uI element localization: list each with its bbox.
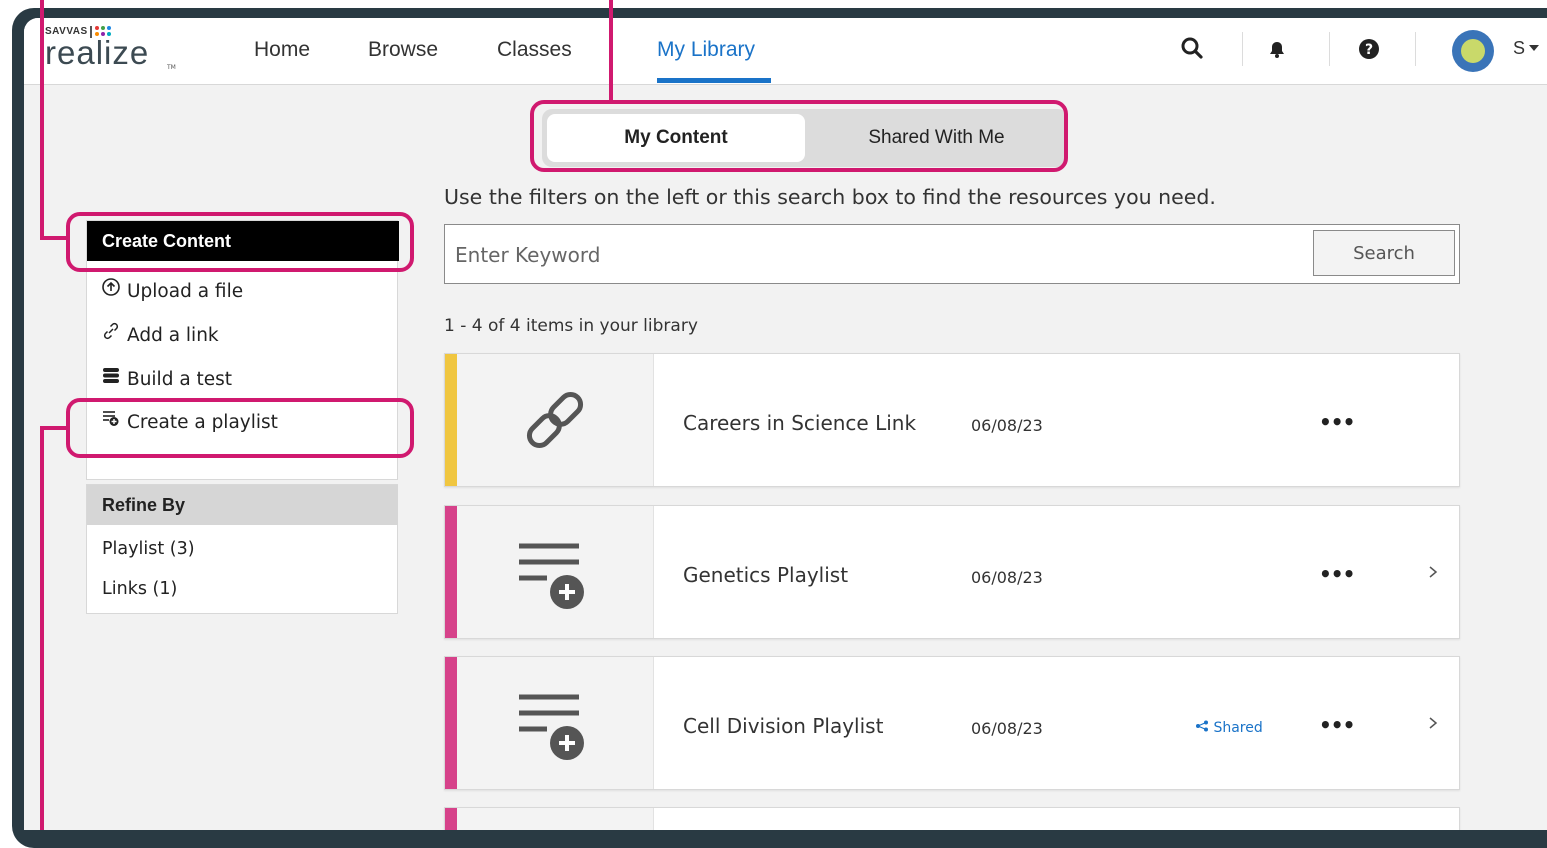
- callout-line: [40, 426, 68, 430]
- avatar[interactable]: [1452, 30, 1494, 72]
- nav-home[interactable]: Home: [254, 38, 310, 62]
- item-thumbnail: [457, 808, 654, 830]
- chevron-down-icon[interactable]: [1529, 45, 1539, 51]
- upload-file-label: Upload a file: [127, 281, 244, 302]
- top-navigation-bar: SAVVAS realize TM Home Browse Classes My…: [24, 18, 1547, 85]
- nav-my-library[interactable]: My Library: [657, 38, 755, 62]
- item-thumbnail: [457, 506, 654, 638]
- toolbar-divider: [1242, 32, 1243, 66]
- link-icon: [526, 391, 584, 449]
- active-nav-underline: [657, 78, 771, 83]
- callout-line: [40, 0, 44, 240]
- shared-badge[interactable]: Shared: [1195, 720, 1263, 736]
- callout-line: [40, 426, 44, 830]
- keyword-search: Search: [444, 224, 1460, 284]
- refine-panel: Refine By Playlist (3) Links (1): [86, 484, 398, 614]
- library-item[interactable]: Careers in Science Link 06/08/23 •••: [444, 353, 1460, 487]
- logo-trademark: TM: [167, 64, 176, 71]
- item-title[interactable]: Genetics Playlist: [683, 563, 848, 587]
- svg-text:?: ?: [1365, 42, 1373, 58]
- share-icon: [1196, 720, 1208, 732]
- search-hint: Use the filters on the left or this sear…: [444, 185, 1216, 209]
- refine-links-filter[interactable]: Links (1): [102, 579, 177, 599]
- type-stripe: [445, 506, 457, 638]
- item-thumbnail: [457, 657, 654, 789]
- add-link-item[interactable]: Add a link: [101, 321, 219, 346]
- type-stripe: [445, 808, 457, 830]
- search-icon[interactable]: [1177, 34, 1207, 64]
- item-title[interactable]: Cell Division Playlist: [683, 714, 883, 738]
- avatar-face: [1461, 39, 1485, 63]
- callout-line: [40, 236, 68, 240]
- playlist-icon: [519, 543, 584, 609]
- chevron-right-icon[interactable]: [1427, 566, 1439, 578]
- callout-line: [609, 0, 613, 100]
- upload-icon: [101, 277, 121, 302]
- link-icon: [101, 321, 121, 346]
- highlight-create-playlist: [66, 398, 414, 458]
- realize-logo[interactable]: SAVVAS realize TM: [45, 26, 176, 76]
- logo-wordmark: realize: [45, 34, 150, 71]
- refine-playlist-filter[interactable]: Playlist (3): [102, 539, 195, 559]
- item-title[interactable]: Careers in Science Link: [683, 411, 916, 435]
- type-stripe: [445, 657, 457, 789]
- highlight-create-content: [66, 212, 414, 272]
- item-thumbnail: [457, 354, 654, 486]
- user-initial[interactable]: S: [1513, 38, 1525, 59]
- library-item[interactable]: Cell Division Playlist 06/08/23 Shared •…: [444, 656, 1460, 790]
- search-button[interactable]: Search: [1313, 230, 1455, 276]
- build-test-label: Build a test: [127, 369, 233, 390]
- help-icon[interactable]: ?: [1354, 34, 1384, 64]
- toolbar-divider: [1415, 32, 1416, 66]
- toolbar-divider: [1329, 32, 1330, 66]
- upload-file-item[interactable]: Upload a file: [101, 277, 243, 302]
- bell-icon[interactable]: [1262, 34, 1292, 64]
- more-options-button[interactable]: •••: [1319, 713, 1355, 737]
- test-icon: [101, 365, 121, 390]
- chevron-right-icon[interactable]: [1427, 717, 1439, 729]
- more-options-button[interactable]: •••: [1319, 562, 1355, 586]
- refine-header: Refine By: [87, 485, 398, 525]
- nav-browse[interactable]: Browse: [368, 38, 438, 62]
- results-count: 1 - 4 of 4 items in your library: [444, 316, 698, 336]
- library-item[interactable]: Genetics Playlist 06/08/23 •••: [444, 505, 1460, 639]
- add-link-label: Add a link: [127, 325, 219, 346]
- highlight-tabs: [530, 100, 1068, 172]
- item-date: 06/08/23: [971, 416, 1043, 435]
- more-options-button[interactable]: •••: [1319, 410, 1355, 434]
- type-stripe: [445, 354, 457, 486]
- nav-classes[interactable]: Classes: [497, 38, 572, 62]
- item-date: 06/08/23: [971, 719, 1043, 738]
- item-date: 06/08/23: [971, 568, 1043, 587]
- build-test-item[interactable]: Build a test: [101, 365, 232, 390]
- shared-label: Shared: [1213, 720, 1263, 736]
- library-item-partial[interactable]: [444, 807, 1460, 830]
- search-input[interactable]: [453, 235, 1297, 275]
- playlist-icon: [519, 694, 584, 760]
